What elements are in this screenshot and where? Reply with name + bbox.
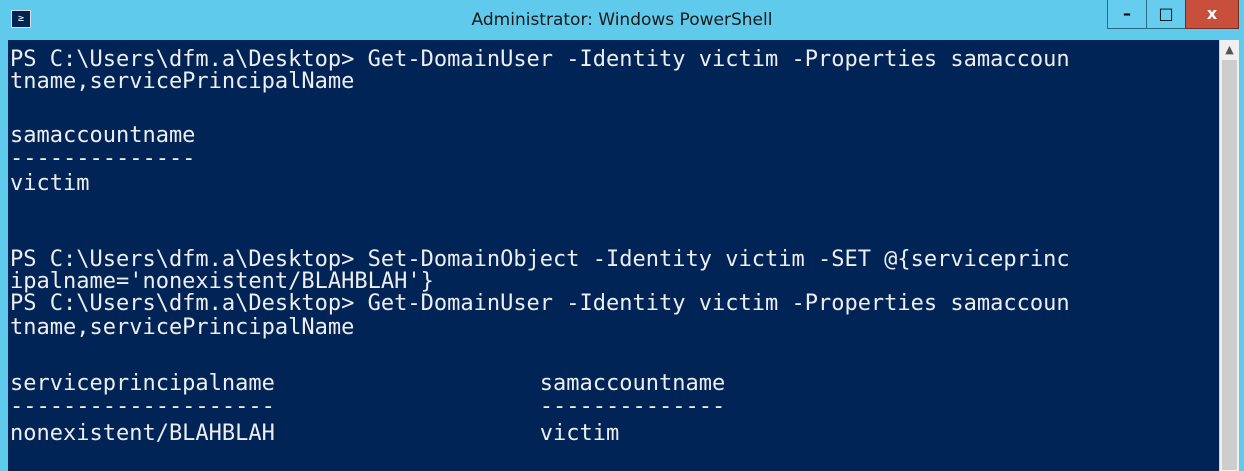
console-line: PS C:\Users\dfm.a\Desktop> Get-DomainUse… <box>10 291 1070 316</box>
console-line: -------------------- -------------- <box>10 394 726 419</box>
console-line: nonexistent/BLAHBLAH victim <box>10 421 620 446</box>
title-bar[interactable]: ≥ Administrator: Windows PowerShell – □ … <box>0 0 1244 40</box>
console-line: victim <box>10 171 90 196</box>
console-line: tname,servicePrincipalName <box>10 315 355 340</box>
window-title: Administrator: Windows PowerShell <box>471 10 773 30</box>
scroll-up-arrow-icon[interactable]: ▲ <box>1220 40 1239 59</box>
console-line: tname,servicePrincipalName <box>10 69 355 94</box>
scrollbar-thumb[interactable] <box>1222 60 1237 470</box>
maximize-button[interactable]: □ <box>1146 0 1186 29</box>
console-line: -------------- <box>10 146 196 171</box>
console-output[interactable]: PS C:\Users\dfm.a\Desktop> Get-DomainUse… <box>8 40 1219 471</box>
minimize-button[interactable]: – <box>1107 0 1147 29</box>
vertical-scrollbar[interactable]: ▲ <box>1219 40 1239 471</box>
powershell-window: ≥ Administrator: Windows PowerShell – □ … <box>0 0 1244 471</box>
close-button[interactable]: x <box>1185 0 1239 29</box>
window-controls: – □ x <box>1107 0 1239 30</box>
